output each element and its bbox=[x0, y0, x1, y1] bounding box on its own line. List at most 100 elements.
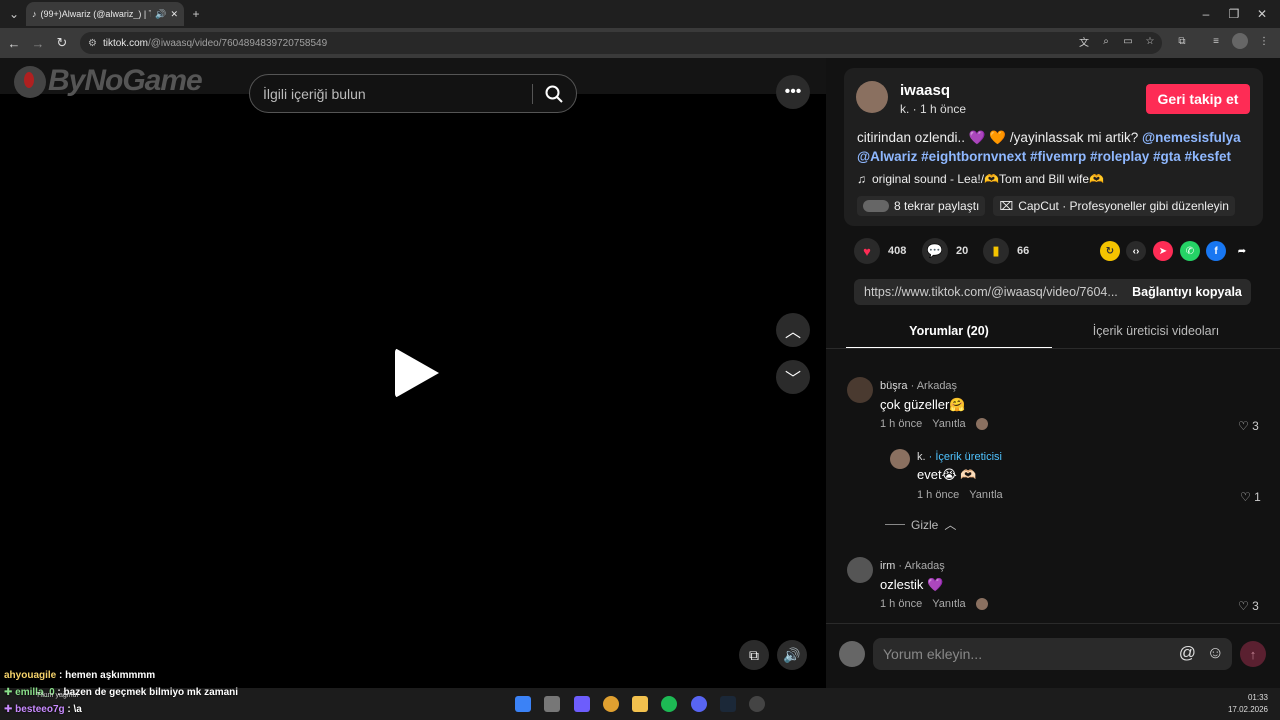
tab-creator-videos[interactable]: İçerik üreticisi videoları bbox=[1052, 324, 1260, 338]
minimize-button[interactable]: – bbox=[1196, 4, 1216, 24]
share-link-box: https://www.tiktok.com/@iwaasq/video/760… bbox=[854, 279, 1251, 305]
app-icon[interactable] bbox=[749, 696, 765, 712]
system-clock[interactable]: 01:33 17.02.2026 bbox=[1228, 692, 1268, 716]
menu-kebab-icon[interactable]: ⋮ bbox=[1256, 33, 1272, 49]
follow-back-button[interactable]: Geri takip et bbox=[1146, 84, 1250, 114]
music-row[interactable]: ♫ original sound - Lea!/🫶Tom and Bill wi… bbox=[857, 172, 1104, 186]
browser-tab-bar: ⌄ ♪ (99+)Alwariz (@alwariz_) | T 🔊 ✕ + –… bbox=[0, 0, 1280, 28]
creator-liked-avatar bbox=[975, 418, 988, 430]
reply-author-avatar[interactable] bbox=[890, 449, 910, 469]
facebook-icon[interactable]: f bbox=[1206, 241, 1226, 261]
reposts-text: 8 tekrar paylaştı bbox=[894, 199, 980, 213]
reply-like-button[interactable]: ♡ 1 bbox=[1240, 490, 1261, 504]
author-avatar[interactable] bbox=[856, 81, 888, 113]
zoom-icon[interactable]: ⌕ bbox=[1098, 33, 1114, 49]
reposts-pill[interactable]: 8 tekrar paylaştı bbox=[857, 196, 986, 216]
comment-count: 20 bbox=[956, 245, 969, 257]
translate-icon[interactable]: 文 bbox=[1076, 33, 1092, 49]
repost-avatars bbox=[863, 200, 889, 212]
search-icon[interactable] bbox=[544, 84, 564, 104]
maximize-button[interactable]: ❐ bbox=[1224, 4, 1244, 24]
bookmark-star-icon[interactable]: ☆ bbox=[1142, 33, 1158, 49]
send-to-friend-icon[interactable]: ➤ bbox=[1153, 241, 1173, 261]
extensions-icon[interactable]: ⧉ bbox=[1174, 33, 1190, 49]
file-explorer-icon[interactable] bbox=[632, 696, 648, 712]
comment-input[interactable]: Yorum ekleyin... @ ☺ bbox=[873, 638, 1232, 670]
repost-icon[interactable]: ↻ bbox=[1100, 241, 1120, 261]
url-field[interactable]: ⚙ tiktok.com/@iwaasq/video/7604894839720… bbox=[80, 32, 1162, 54]
author-username[interactable]: iwaasq bbox=[900, 82, 950, 99]
browser-tab[interactable]: ♪ (99+)Alwariz (@alwariz_) | T 🔊 ✕ bbox=[26, 2, 184, 26]
reply-button[interactable]: Yanıtla bbox=[932, 418, 965, 430]
comment-like-button[interactable]: ♡ 3 bbox=[1238, 599, 1259, 613]
emoji-icon[interactable]: ☺ bbox=[1207, 643, 1224, 663]
save-button[interactable]: ▮ 66 bbox=[983, 238, 1029, 264]
music-title[interactable]: original sound - Lea!/🫶Tom and Bill wife… bbox=[872, 172, 1104, 186]
play-icon[interactable] bbox=[395, 348, 439, 398]
commenter-avatar[interactable] bbox=[847, 557, 873, 583]
discord-icon[interactable] bbox=[691, 696, 707, 712]
next-video-button[interactable]: ﹀ bbox=[776, 360, 810, 394]
close-window-button[interactable]: ✕ bbox=[1252, 4, 1272, 24]
reading-list-icon[interactable]: ≡ bbox=[1208, 33, 1224, 49]
post-meta: k. · 1 h önce bbox=[900, 102, 967, 116]
chat-line: ahyouagile : hemen aşkımmmm bbox=[4, 670, 156, 681]
mention-link[interactable]: @nemesisfulya bbox=[1142, 130, 1241, 145]
bookmark-icon: ▮ bbox=[983, 238, 1009, 264]
url-path: /@iwaasq/video/7604894839720758549 bbox=[147, 37, 328, 49]
description-text: citirindan ozlendi.. 💜 🧡 /yayinlassak mi… bbox=[857, 130, 1142, 145]
mention-icon[interactable]: @ bbox=[1179, 643, 1196, 663]
repost-row: 8 tekrar paylaştı ⌧ CapCut · Profesyonel… bbox=[857, 196, 1235, 216]
steam-icon[interactable] bbox=[720, 696, 736, 712]
windows-taskbar: ✚ emilla_0 : bazen de geçmek bilmiyo mk … bbox=[0, 687, 1280, 720]
like-button[interactable]: ♥ 408 bbox=[854, 238, 906, 264]
reply-reply-button[interactable]: Yanıtla bbox=[969, 489, 1002, 501]
comment-like-button[interactable]: ♡ 3 bbox=[1238, 419, 1259, 433]
new-tab-button[interactable]: + bbox=[186, 4, 206, 24]
spotify-icon[interactable] bbox=[661, 696, 677, 712]
forward-icon[interactable]: → bbox=[28, 33, 48, 53]
hide-replies-button[interactable]: Gizle ︿ bbox=[885, 516, 956, 533]
post-description: citirindan ozlendi.. 💜 🧡 /yayinlassak mi… bbox=[857, 128, 1257, 166]
capcut-text: CapCut · Profesyoneller gibi düzenleyin bbox=[1018, 199, 1229, 213]
task-view-icon[interactable] bbox=[544, 696, 560, 712]
chrome-icon[interactable] bbox=[603, 696, 619, 712]
whatsapp-icon[interactable]: ✆ bbox=[1180, 241, 1200, 261]
app-icon[interactable] bbox=[574, 696, 590, 712]
search-box[interactable]: İlgili içeriği bulun bbox=[249, 74, 577, 113]
comment-author[interactable]: büşra · Arkadaş bbox=[880, 380, 957, 392]
share-link-text[interactable]: https://www.tiktok.com/@iwaasq/video/760… bbox=[864, 285, 1118, 299]
comment-author[interactable]: irm · Arkadaş bbox=[880, 560, 945, 572]
copy-link-button[interactable]: Bağlantıyı kopyala bbox=[1123, 279, 1251, 305]
bynogame-logo: ByNoGame bbox=[14, 64, 203, 99]
more-options-button[interactable]: ••• bbox=[776, 75, 810, 109]
comment-button[interactable]: 💬 20 bbox=[922, 238, 968, 264]
tab-close-icon[interactable]: ✕ bbox=[170, 9, 178, 20]
reply-button[interactable]: Yanıtla bbox=[932, 598, 965, 610]
cast-icon[interactable]: ▭ bbox=[1120, 33, 1136, 49]
site-info-icon[interactable]: ⚙ bbox=[88, 38, 97, 49]
speaker-icon[interactable]: 🔊 bbox=[155, 9, 166, 20]
reload-icon[interactable]: ↻ bbox=[52, 33, 72, 53]
tab-comments[interactable]: Yorumlar (20) bbox=[846, 324, 1052, 338]
search-input[interactable]: İlgili içeriği bulun bbox=[263, 86, 366, 102]
video-player[interactable]: ByNoGame İlgili içeriği bulun ••• ︿ ﹀ ⧉ … bbox=[0, 58, 826, 670]
comment-text: ozlestik 💜 bbox=[880, 577, 944, 592]
reply-author[interactable]: k. · İçerik üreticisi bbox=[917, 451, 1002, 463]
share-more-icon[interactable]: ➦ bbox=[1232, 241, 1252, 261]
reply-time: 1 h önce bbox=[917, 489, 960, 501]
weather-widget[interactable]: Tıkım yağmur bbox=[36, 692, 79, 699]
embed-icon[interactable]: ‹› bbox=[1126, 241, 1146, 261]
profile-avatar[interactable] bbox=[1232, 33, 1248, 49]
send-comment-button[interactable]: ↑ bbox=[1240, 641, 1266, 667]
tab-search-icon[interactable]: ⌄ bbox=[4, 4, 24, 24]
start-button-icon[interactable] bbox=[515, 696, 531, 712]
hashtags[interactable]: @Alwariz #eightbornvnext #fivemrp #rolep… bbox=[857, 149, 1231, 164]
previous-video-button[interactable]: ︿ bbox=[776, 313, 810, 347]
capcut-pill[interactable]: ⌧ CapCut · Profesyoneller gibi düzenleyi… bbox=[993, 196, 1235, 216]
back-icon[interactable]: ← bbox=[4, 33, 24, 53]
comment-placeholder: Yorum ekleyin... bbox=[883, 646, 983, 662]
heart-icon: ♥ bbox=[854, 238, 880, 264]
comment-like-count: 3 bbox=[1252, 419, 1259, 433]
commenter-avatar[interactable] bbox=[847, 377, 873, 403]
